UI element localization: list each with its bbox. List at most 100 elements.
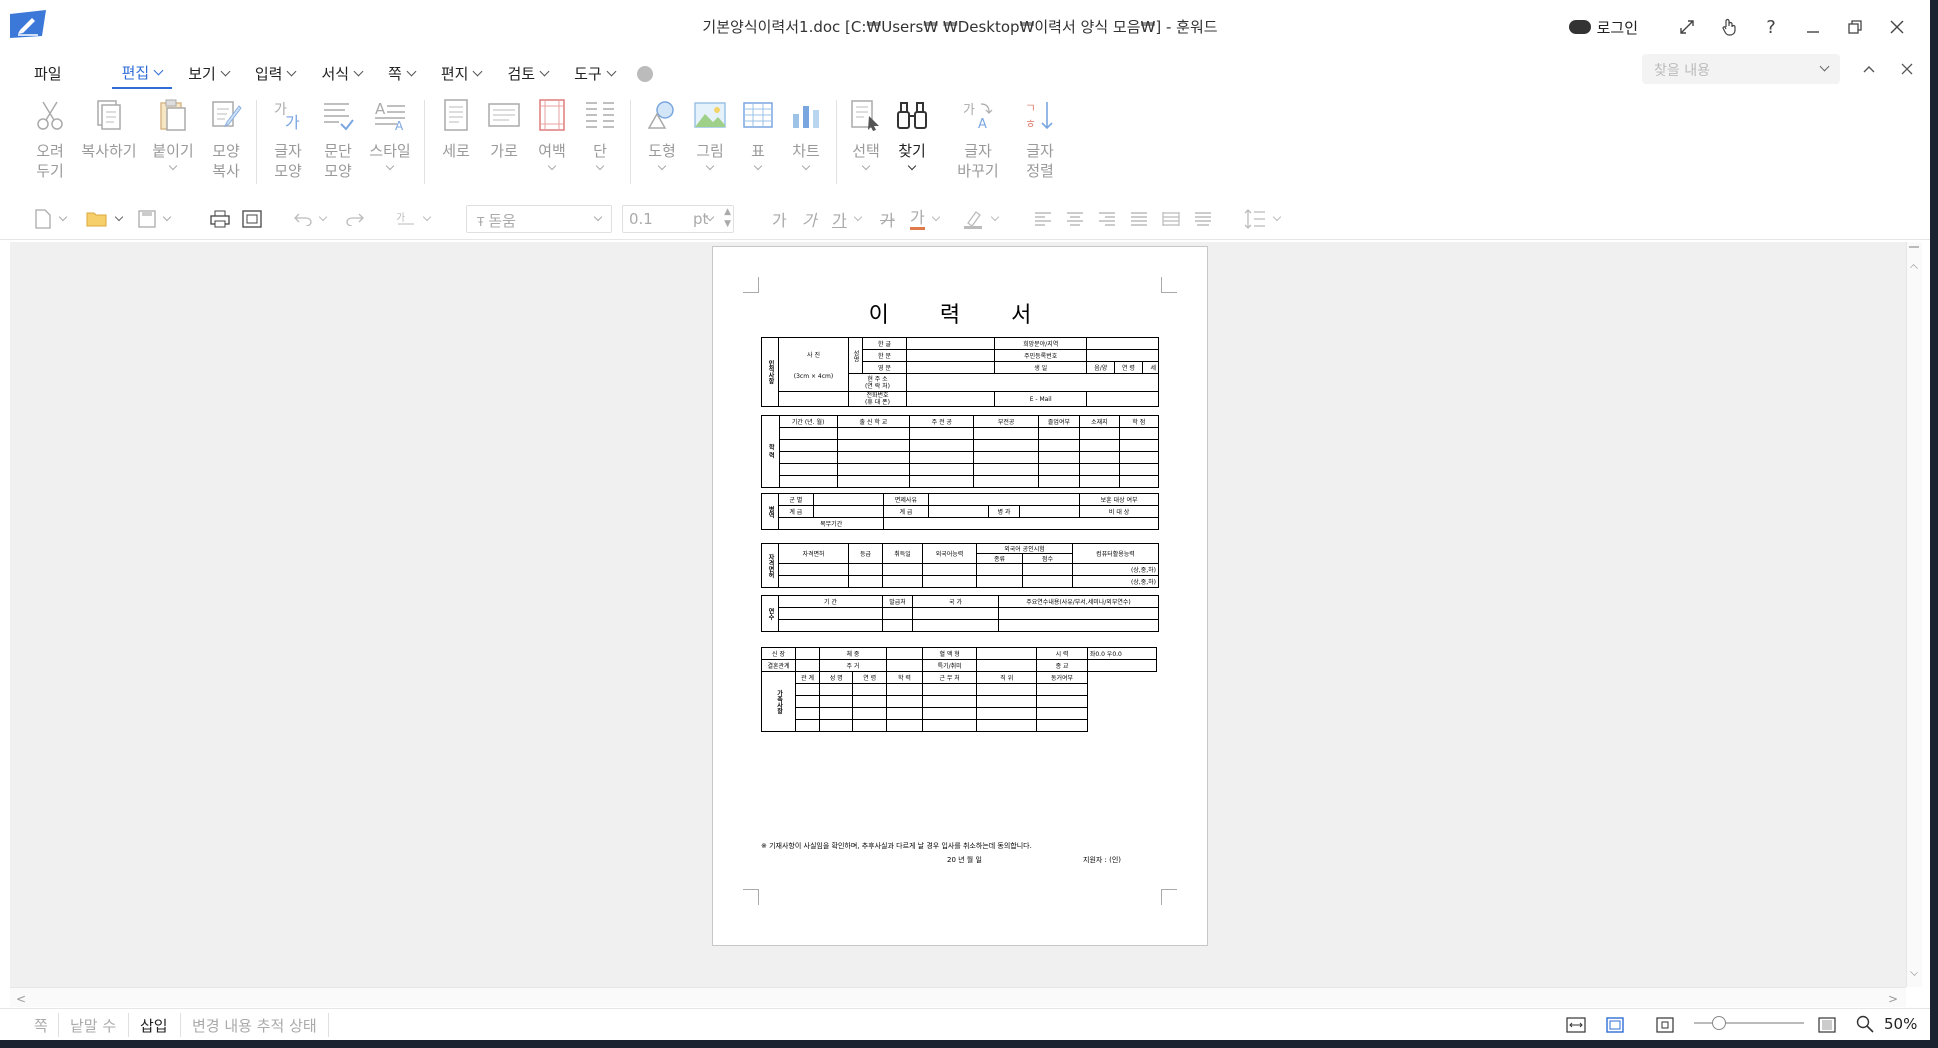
education-cell[interactable] bbox=[836, 451, 911, 464]
menu-item-2[interactable]: 보기 bbox=[178, 59, 239, 88]
font-size-input[interactable]: 0.1 pt ▲ ▼ bbox=[622, 205, 734, 233]
rrn-value[interactable] bbox=[1086, 349, 1159, 362]
address-value[interactable] bbox=[906, 373, 1159, 392]
chevron-down-icon[interactable] bbox=[1910, 968, 1918, 976]
license-cell[interactable] bbox=[848, 575, 883, 588]
landscape-button[interactable]: 가로 bbox=[484, 98, 524, 161]
residence-value[interactable] bbox=[885, 659, 923, 672]
military-branch-value[interactable] bbox=[812, 493, 885, 506]
minimize-button[interactable] bbox=[1792, 12, 1834, 42]
license-cell[interactable] bbox=[848, 563, 883, 576]
education-cell[interactable] bbox=[973, 463, 1039, 476]
license-cell[interactable] bbox=[778, 575, 849, 588]
replace-button[interactable]: 가A 글자 바꾸기 bbox=[950, 98, 1006, 181]
menu-item-1[interactable]: 편집 bbox=[111, 58, 173, 89]
sort-button[interactable]: ㄱㅎ 글자 정렬 bbox=[1020, 98, 1060, 181]
italic-button[interactable]: 가 bbox=[802, 208, 817, 230]
picture-button[interactable]: 그림 bbox=[690, 98, 730, 171]
login-button[interactable]: 로그인 bbox=[1568, 17, 1638, 38]
distribute-button[interactable] bbox=[1162, 208, 1180, 230]
hobby-value[interactable] bbox=[976, 659, 1038, 672]
margin-button[interactable]: 여백 bbox=[532, 98, 572, 171]
education-cell[interactable] bbox=[1118, 439, 1160, 452]
collapse-ribbon-button[interactable] bbox=[1856, 56, 1882, 82]
license-cell[interactable] bbox=[976, 575, 1023, 588]
menu-item-3[interactable]: 입력 bbox=[245, 59, 306, 88]
education-cell[interactable] bbox=[778, 451, 838, 464]
spell-check-button[interactable]: 가 bbox=[396, 208, 432, 230]
table-button[interactable]: 표 bbox=[738, 98, 778, 171]
education-cell[interactable] bbox=[778, 463, 838, 476]
save-button[interactable] bbox=[138, 208, 172, 230]
family-cell[interactable] bbox=[852, 707, 887, 720]
education-cell[interactable] bbox=[909, 463, 975, 476]
training-cell[interactable] bbox=[998, 619, 1159, 632]
family-cell[interactable] bbox=[1036, 695, 1088, 708]
height-value[interactable] bbox=[795, 647, 820, 660]
print-preview-button[interactable] bbox=[242, 208, 262, 230]
format-copy-button[interactable]: 모양 복사 bbox=[206, 98, 246, 181]
family-cell[interactable] bbox=[852, 695, 887, 708]
license-cell[interactable] bbox=[922, 575, 977, 588]
education-cell[interactable] bbox=[1079, 463, 1120, 476]
bold-button[interactable]: 가 bbox=[772, 208, 787, 230]
email-value[interactable] bbox=[1086, 391, 1159, 407]
family-cell[interactable] bbox=[818, 695, 854, 708]
license-cell[interactable] bbox=[976, 563, 1023, 576]
stepper-icon[interactable]: ▲ ▼ bbox=[724, 206, 731, 230]
training-cell[interactable] bbox=[912, 619, 999, 632]
menu-item-0[interactable]: 파일 bbox=[24, 59, 72, 88]
license-cell[interactable] bbox=[778, 563, 849, 576]
family-cell[interactable] bbox=[852, 719, 887, 732]
font-select[interactable]: Ŧ 돋움 bbox=[466, 205, 612, 233]
family-cell[interactable] bbox=[795, 719, 820, 732]
training-cell[interactable] bbox=[882, 607, 913, 620]
training-cell[interactable] bbox=[778, 619, 883, 632]
portrait-button[interactable]: 세로 bbox=[436, 98, 476, 161]
education-cell[interactable] bbox=[973, 475, 1039, 488]
exemption-value[interactable] bbox=[927, 493, 1081, 506]
education-cell[interactable] bbox=[1037, 439, 1081, 452]
status-page[interactable]: 쪽 bbox=[34, 1015, 48, 1036]
paste-button[interactable]: 붙이기 bbox=[150, 98, 196, 171]
education-cell[interactable] bbox=[1037, 451, 1081, 464]
find-button[interactable]: 찾기 bbox=[892, 98, 932, 171]
char-shape-button[interactable]: 가가 글자 모양 bbox=[268, 98, 308, 181]
family-cell[interactable] bbox=[818, 683, 854, 696]
education-cell[interactable] bbox=[778, 475, 838, 488]
align-left-button[interactable] bbox=[1034, 208, 1052, 230]
copy-button[interactable]: 복사하기 bbox=[78, 98, 140, 161]
select-button[interactable]: 선택 bbox=[846, 98, 886, 171]
new-document-button[interactable] bbox=[34, 208, 68, 230]
education-cell[interactable] bbox=[1118, 463, 1160, 476]
chevron-left-icon[interactable]: < bbox=[16, 992, 26, 1006]
view-mode-button[interactable] bbox=[1818, 1017, 1836, 1037]
family-cell[interactable] bbox=[885, 719, 923, 732]
education-cell[interactable] bbox=[909, 451, 975, 464]
education-cell[interactable] bbox=[836, 427, 911, 440]
weight-value[interactable] bbox=[885, 647, 923, 660]
cut-button[interactable]: 오려 두기 bbox=[30, 98, 70, 181]
close-button[interactable] bbox=[1876, 12, 1918, 42]
underline-button[interactable]: 가 bbox=[832, 208, 862, 230]
service-period-value[interactable] bbox=[883, 517, 1159, 530]
education-cell[interactable] bbox=[836, 475, 911, 488]
family-cell[interactable] bbox=[818, 719, 854, 732]
status-track-changes[interactable]: 변경 내용 추적 상태 bbox=[192, 1015, 317, 1036]
family-cell[interactable] bbox=[885, 695, 923, 708]
horizontal-scrollbar[interactable]: < > bbox=[10, 987, 1906, 1007]
fullscreen-button[interactable] bbox=[1666, 12, 1708, 42]
vertical-scrollbar[interactable] bbox=[1906, 242, 1922, 987]
font-color-button[interactable]: 가 bbox=[910, 208, 940, 230]
education-cell[interactable] bbox=[1037, 427, 1081, 440]
family-cell[interactable] bbox=[852, 683, 887, 696]
status-word-count[interactable]: 낱말 수 bbox=[70, 1015, 116, 1036]
education-cell[interactable] bbox=[909, 439, 975, 452]
education-cell[interactable] bbox=[973, 439, 1039, 452]
education-cell[interactable] bbox=[909, 475, 975, 488]
align-right-button[interactable] bbox=[1098, 208, 1116, 230]
hope-value[interactable] bbox=[1086, 337, 1159, 350]
education-cell[interactable] bbox=[1037, 463, 1081, 476]
education-cell[interactable] bbox=[1118, 451, 1160, 464]
close-document-button[interactable] bbox=[1894, 56, 1920, 82]
